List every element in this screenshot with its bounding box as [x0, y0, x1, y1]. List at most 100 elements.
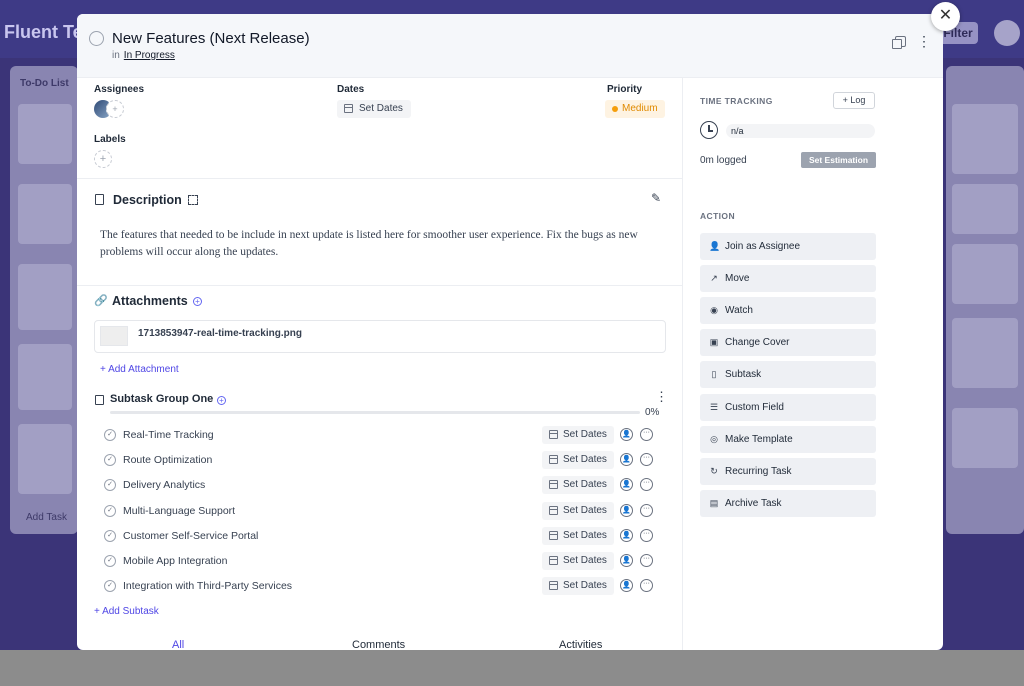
- tab-all[interactable]: All: [172, 639, 184, 651]
- action-button[interactable]: ↻ Recurring Task: [700, 457, 876, 485]
- more-vertical-icon[interactable]: ⋮: [917, 33, 931, 50]
- board-card[interactable]: [952, 104, 1018, 174]
- subtask-row[interactable]: ✓ Integration with Third-Party Services Se…: [94, 576, 666, 598]
- more-horizontal-icon[interactable]: ···: [640, 554, 653, 567]
- action-button[interactable]: ◎ Make Template: [700, 425, 876, 453]
- subtask-label[interactable]: Customer Self-Service Portal: [123, 530, 258, 542]
- action-button[interactable]: ▣ Change Cover: [700, 329, 876, 357]
- subtask-group-title: Subtask Group One: [110, 393, 214, 405]
- board-card[interactable]: [18, 344, 72, 410]
- subtask-label[interactable]: Mobile App Integration: [123, 555, 228, 567]
- subtask-row[interactable]: ✓ Multi-Language Support Set Dates 👤 ···: [94, 501, 666, 523]
- expand-icon[interactable]: [188, 195, 198, 205]
- assign-user-icon[interactable]: 👤: [620, 428, 633, 441]
- assign-user-icon[interactable]: 👤: [620, 503, 633, 517]
- subtask-row[interactable]: ✓ Route Optimization Set Dates 👤 ···: [94, 450, 666, 472]
- subtask-set-dates-button[interactable]: Set Dates: [542, 426, 614, 444]
- template-icon: ◎: [710, 433, 718, 444]
- add-subtask-group-icon[interactable]: +: [217, 396, 226, 405]
- subtask-row[interactable]: ✓ Customer Self-Service Portal Set Dates 👤 ·…: [94, 526, 666, 548]
- set-dates-button[interactable]: Set Dates: [337, 100, 411, 118]
- divider: [77, 285, 682, 286]
- check-circle-icon[interactable]: ✓: [104, 479, 116, 492]
- panel-divider: [682, 78, 683, 650]
- board-card[interactable]: [18, 424, 72, 494]
- edit-icon[interactable]: ✎: [651, 191, 661, 205]
- close-button[interactable]: ✕: [931, 2, 960, 31]
- subtask-set-dates-button[interactable]: Set Dates: [542, 476, 614, 495]
- add-label-icon[interactable]: +: [94, 150, 112, 168]
- board-card[interactable]: [18, 104, 72, 164]
- subtask-set-dates-button[interactable]: Set Dates: [542, 552, 614, 570]
- tab-activities[interactable]: Activities: [559, 639, 602, 651]
- add-task-button[interactable]: Add Task: [26, 512, 67, 523]
- check-circle-icon[interactable]: ✓: [104, 529, 116, 542]
- action-button[interactable]: ▤ Archive Task: [700, 489, 876, 517]
- action-button[interactable]: ↗ Move: [700, 265, 876, 293]
- action-button[interactable]: ◉ Watch: [700, 297, 876, 325]
- subtask-label[interactable]: Multi-Language Support: [123, 505, 235, 517]
- subtask-row[interactable]: ✓ Delivery Analytics Set Dates 👤 ···: [94, 475, 666, 497]
- copy-icon[interactable]: [892, 36, 906, 49]
- board-card[interactable]: [952, 184, 1018, 234]
- assign-user-icon[interactable]: 👤: [620, 554, 633, 567]
- add-attachment-link[interactable]: + Add Attachment: [100, 364, 179, 375]
- priority-badge[interactable]: Medium: [605, 100, 665, 118]
- add-subtask-link[interactable]: + Add Subtask: [94, 606, 159, 617]
- check-circle-icon[interactable]: ✓: [104, 454, 116, 467]
- assign-user-icon[interactable]: 👤: [620, 453, 633, 467]
- subtask-label[interactable]: Delivery Analytics: [123, 479, 205, 491]
- status-link[interactable]: In Progress: [124, 50, 175, 61]
- more-horizontal-icon[interactable]: ···: [640, 428, 653, 441]
- subtask-row[interactable]: ✓ Real-Time Tracking Set Dates 👤 ···: [94, 425, 666, 447]
- subtask-set-dates-button[interactable]: Set Dates: [542, 526, 614, 545]
- more-horizontal-icon[interactable]: ···: [640, 478, 653, 492]
- action-button[interactable]: ☰ Custom Field: [700, 393, 876, 421]
- more-horizontal-icon[interactable]: ···: [640, 453, 653, 467]
- more-horizontal-icon[interactable]: ···: [640, 503, 653, 517]
- user-icon: 👤: [709, 241, 721, 251]
- subtask-row[interactable]: ✓ Mobile App Integration Set Dates 👤 ···: [94, 551, 666, 573]
- action-button[interactable]: 👤 Join as Assignee: [700, 233, 876, 260]
- set-estimation-button[interactable]: Set Estimation: [801, 152, 876, 168]
- subtask-set-dates-button[interactable]: Set Dates: [542, 451, 614, 470]
- board-card[interactable]: [18, 264, 72, 330]
- labels-label: Labels: [94, 134, 126, 145]
- assign-user-icon[interactable]: 👤: [620, 478, 633, 492]
- board-card[interactable]: [952, 318, 1018, 388]
- more-horizontal-icon[interactable]: ···: [640, 528, 653, 542]
- board-card[interactable]: [952, 244, 1018, 304]
- attachment-item[interactable]: 1713853947-real-time-tracking.png: [94, 320, 666, 353]
- subtask-dates-label: Set Dates: [563, 580, 607, 592]
- subtask-label[interactable]: Route Optimization: [123, 454, 212, 466]
- check-circle-icon[interactable]: ✓: [104, 504, 116, 517]
- check-circle-icon[interactable]: ✓: [104, 429, 116, 441]
- subtask-label[interactable]: Integration with Third-Party Services: [123, 580, 292, 592]
- board-card[interactable]: [18, 184, 72, 244]
- task-title[interactable]: New Features (Next Release): [112, 30, 310, 47]
- board-card[interactable]: [952, 408, 1018, 468]
- description-text[interactable]: The features that needed to be include i…: [100, 227, 660, 261]
- subtask-group-icon: [95, 395, 104, 405]
- more-horizontal-icon[interactable]: ···: [640, 579, 653, 593]
- tab-comments[interactable]: Comments: [352, 639, 405, 651]
- check-circle-icon[interactable]: ✓: [104, 580, 116, 593]
- refresh-icon: ↻: [710, 465, 718, 476]
- calendar-icon: [549, 430, 558, 439]
- add-attachment-icon[interactable]: +: [193, 297, 202, 306]
- assign-user-icon[interactable]: 👤: [620, 579, 633, 593]
- task-complete-toggle[interactable]: [89, 31, 104, 46]
- assign-user-icon[interactable]: 👤: [620, 528, 633, 542]
- check-circle-icon[interactable]: ✓: [104, 555, 116, 567]
- more-vertical-icon[interactable]: ⋮: [655, 390, 668, 403]
- subtask-label[interactable]: Real-Time Tracking: [123, 429, 214, 441]
- action-button[interactable]: ▯ Subtask: [700, 361, 876, 389]
- subtask-set-dates-button[interactable]: Set Dates: [542, 501, 614, 520]
- attachment-file-name[interactable]: 1713853947-real-time-tracking.png: [138, 328, 302, 339]
- log-time-button[interactable]: + Log: [833, 92, 875, 109]
- action-label: Recurring Task: [725, 465, 792, 477]
- document-icon: [95, 194, 104, 205]
- user-avatar[interactable]: [994, 20, 1020, 46]
- add-assignee-icon[interactable]: +: [106, 100, 124, 118]
- subtask-set-dates-button[interactable]: Set Dates: [542, 577, 614, 596]
